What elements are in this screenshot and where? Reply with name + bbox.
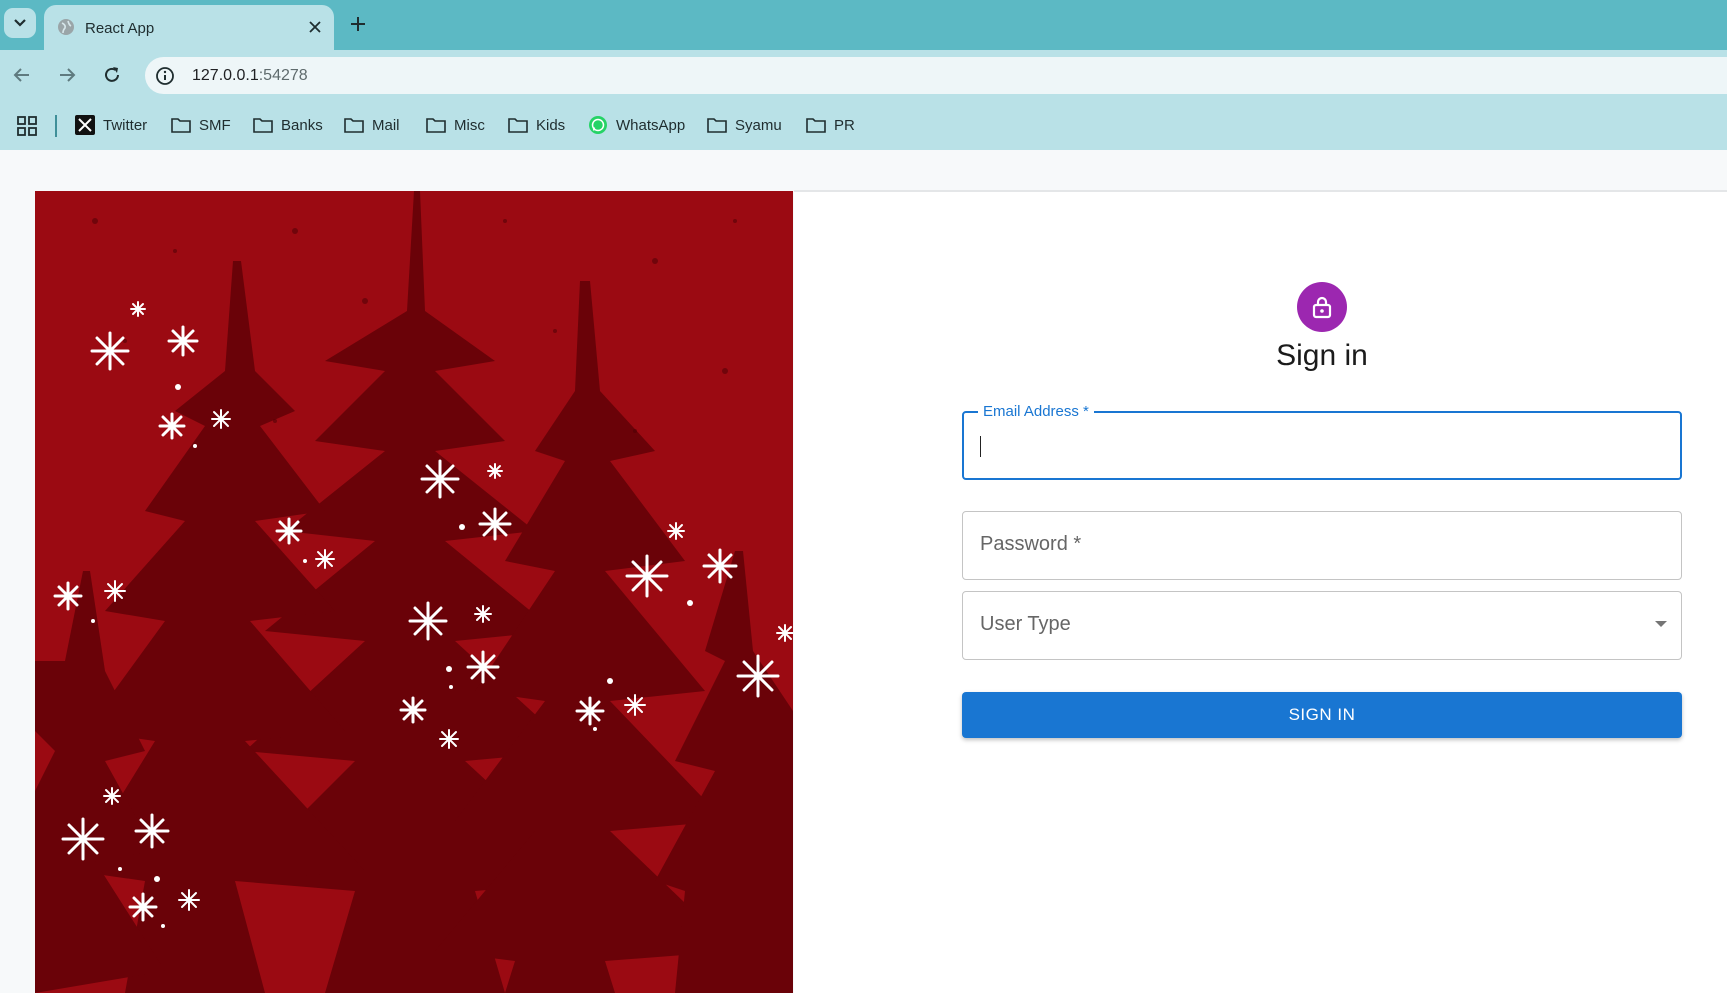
- browser-tabstrip: React App: [0, 0, 1727, 50]
- bookmark-label: Syamu: [735, 116, 782, 134]
- sign-in-panel: Sign in Email Address * Password * User …: [794, 192, 1727, 993]
- folder-icon: [171, 118, 191, 133]
- new-tab-plus-icon[interactable]: [348, 14, 368, 34]
- close-icon[interactable]: [306, 18, 324, 36]
- folder-icon: [707, 118, 727, 133]
- bookmark-banks[interactable]: Banks: [252, 113, 323, 137]
- user-type-placeholder: User Type: [980, 613, 1071, 635]
- email-label: Email Address *: [978, 403, 1094, 420]
- forward-arrow-icon[interactable]: [56, 64, 78, 86]
- x-logo-icon: [75, 115, 95, 135]
- globe-icon: [58, 19, 74, 35]
- bookmark-pr[interactable]: PR: [805, 113, 855, 137]
- chevron-down-icon: [14, 19, 26, 27]
- bookmark-label: Mail: [372, 116, 400, 134]
- password-placeholder: Password *: [980, 533, 1082, 555]
- bookmark-label: Twitter: [103, 116, 148, 134]
- bookmarks-bar: Twitter SMF Banks Mail Misc Kids WhatsAp…: [0, 100, 1727, 150]
- folder-icon: [344, 118, 364, 133]
- bookmark-smf[interactable]: SMF: [170, 113, 231, 137]
- bookmark-label: Misc: [454, 116, 485, 134]
- password-field[interactable]: Password *: [962, 511, 1682, 580]
- url-host: 127.0.0.1: [192, 67, 259, 84]
- bookmark-label: Banks: [281, 116, 323, 134]
- bookmark-misc[interactable]: Misc: [425, 113, 485, 137]
- url-text[interactable]: 127.0.0.1:54278: [192, 67, 308, 85]
- text-cursor: [980, 436, 981, 457]
- page-title: Sign in: [1276, 339, 1368, 372]
- tab-search-button[interactable]: [4, 8, 36, 38]
- avatar: [1297, 282, 1347, 332]
- bookmark-whatsapp[interactable]: WhatsApp: [587, 113, 685, 137]
- site-info-icon[interactable]: [154, 65, 176, 87]
- apps-grid-icon[interactable]: [17, 116, 37, 136]
- bookmark-twitter[interactable]: Twitter: [74, 113, 147, 137]
- tab-title: React App: [85, 20, 155, 37]
- dropdown-arrow-icon[interactable]: [1655, 621, 1667, 627]
- user-type-select[interactable]: User Type: [962, 591, 1682, 660]
- whatsapp-icon: [589, 116, 607, 134]
- sign-in-button[interactable]: SIGN IN: [962, 692, 1682, 738]
- bookmark-label: WhatsApp: [616, 116, 686, 134]
- lock-icon: [1312, 296, 1332, 319]
- folder-icon: [426, 118, 446, 133]
- bookmark-label: PR: [834, 116, 855, 134]
- bookmark-label: SMF: [199, 116, 231, 134]
- bookmark-kids[interactable]: Kids: [507, 113, 565, 137]
- folder-icon: [253, 118, 273, 133]
- email-field[interactable]: Email Address *: [962, 403, 1682, 480]
- back-arrow-icon[interactable]: [11, 64, 33, 86]
- folder-icon: [806, 118, 826, 133]
- bookmarks-separator: [55, 115, 57, 137]
- page-content: Sign in Email Address * Password * User …: [0, 150, 1727, 993]
- folder-icon: [508, 118, 528, 133]
- active-tab[interactable]: React App: [44, 5, 334, 50]
- url-port: :54278: [258, 67, 308, 84]
- browser-toolbar: 127.0.0.1:54278: [0, 50, 1727, 100]
- reload-icon[interactable]: [101, 64, 123, 86]
- bookmark-label: Kids: [536, 116, 566, 134]
- bookmark-syamu[interactable]: Syamu: [706, 113, 782, 137]
- address-bar[interactable]: 127.0.0.1:54278: [145, 57, 1727, 94]
- hero-image-christmas-forest: [35, 191, 793, 993]
- bookmark-mail[interactable]: Mail: [343, 113, 400, 137]
- forest-illustration: [35, 191, 793, 993]
